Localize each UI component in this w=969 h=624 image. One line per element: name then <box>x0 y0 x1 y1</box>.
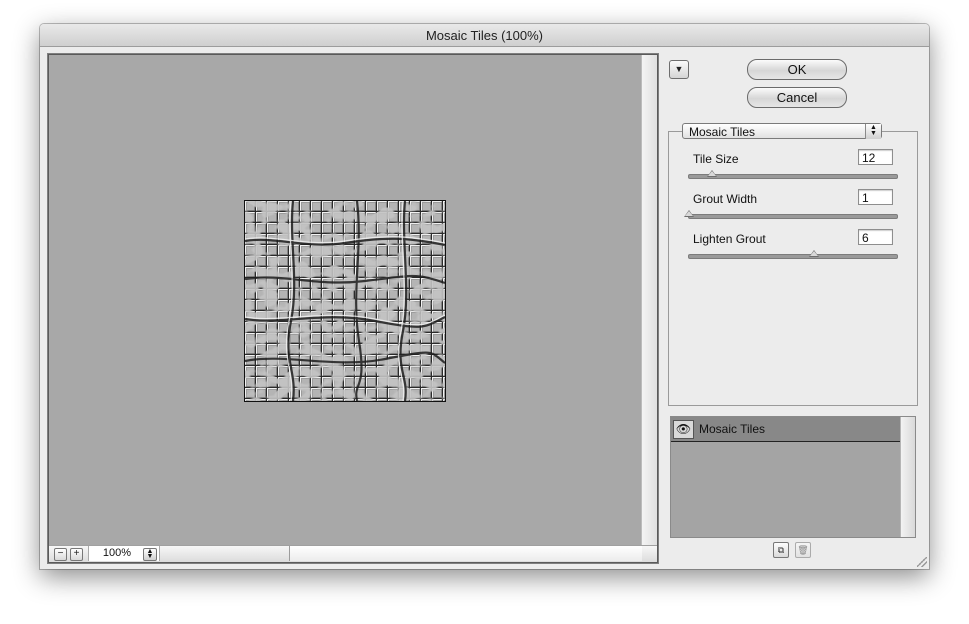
zoom-stepper-icon[interactable]: ▲ ▼ <box>143 548 157 561</box>
layers-scrollbar[interactable] <box>900 417 915 537</box>
filter-select-value: Mosaic Tiles <box>689 125 756 139</box>
preview-image <box>244 200 446 402</box>
lighten-grout-slider-thumb[interactable] <box>808 250 819 257</box>
triangle-down-icon[interactable]: ▼ <box>669 60 689 79</box>
preview-vertical-scrollbar[interactable] <box>641 55 657 545</box>
grout-width-label: Grout Width <box>693 192 758 206</box>
tile-size-input[interactable]: 12 <box>858 149 893 165</box>
effect-layers-panel: 👁 Mosaic Tiles <box>670 416 916 538</box>
lighten-grout-label: Lighten Grout <box>693 232 766 246</box>
new-effect-layer-icon[interactable]: ⧉ <box>773 542 789 558</box>
filter-settings-group <box>668 131 918 406</box>
preview-panel: − + 100% ▲ ▼ <box>47 53 659 564</box>
zoom-level-value: 100% <box>102 547 132 559</box>
grout-width-input[interactable]: 1 <box>858 189 893 205</box>
resize-grip[interactable] <box>917 557 927 567</box>
eye-icon[interactable]: 👁 <box>673 420 694 439</box>
preview-canvas[interactable] <box>49 55 641 545</box>
preview-horizontal-scrollbar[interactable] <box>289 546 642 561</box>
ok-button[interactable]: OK <box>747 59 847 80</box>
cancel-button[interactable]: Cancel <box>747 87 847 108</box>
tile-size-label: Tile Size <box>693 152 739 166</box>
tile-size-slider[interactable] <box>688 170 898 179</box>
grout-width-slider[interactable] <box>684 210 898 219</box>
list-item[interactable]: 👁 Mosaic Tiles <box>671 417 900 442</box>
select-arrows-icon: ▲ ▼ <box>865 124 881 139</box>
zoom-out-button[interactable]: − <box>54 548 67 561</box>
tile-size-slider-thumb[interactable] <box>706 170 717 177</box>
layer-name: Mosaic Tiles <box>699 422 766 436</box>
window-title: Mosaic Tiles (100%) <box>40 24 929 47</box>
lighten-grout-slider[interactable] <box>688 250 898 259</box>
grout-width-slider-thumb[interactable] <box>684 210 694 217</box>
zoom-in-button[interactable]: + <box>70 548 83 561</box>
filter-gallery-dialog: Mosaic Tiles (100%) − + 100% ▲ ▼ ▼ OK Ca… <box>40 24 929 569</box>
lighten-grout-input[interactable]: 6 <box>858 229 893 245</box>
trash-icon[interactable]: 🗑 <box>795 542 811 558</box>
preview-zoom-bar: − + 100% ▲ ▼ <box>49 545 657 562</box>
filter-select[interactable]: Mosaic Tiles ▲ ▼ <box>682 123 882 139</box>
